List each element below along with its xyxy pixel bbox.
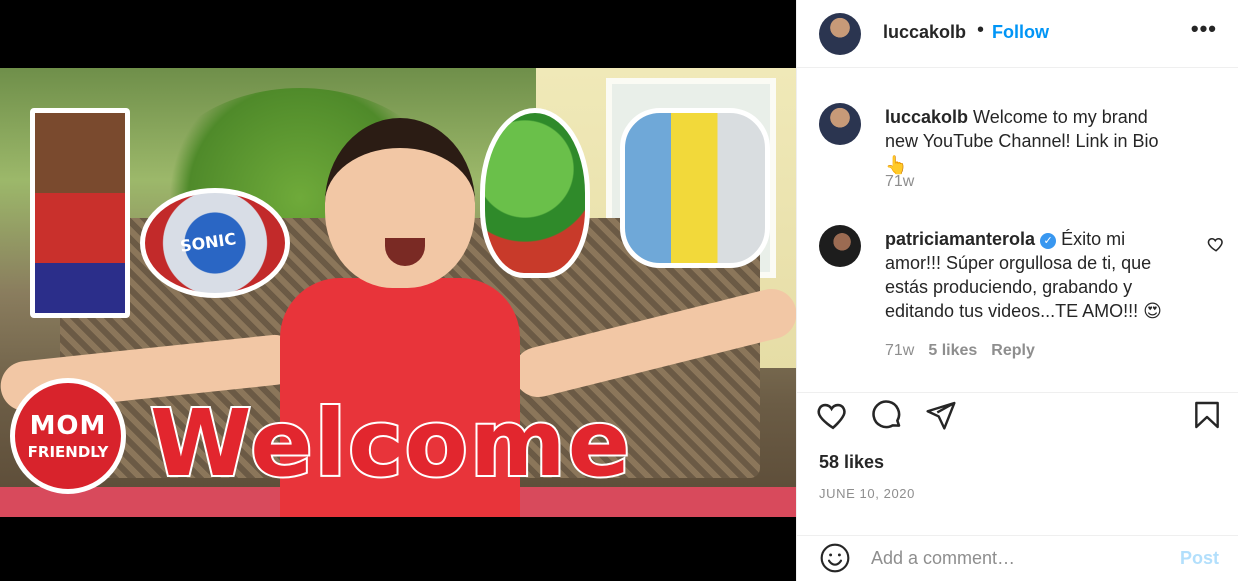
more-options-icon[interactable]: ••• [1191, 16, 1217, 42]
welcome-headline: Welcome [148, 388, 633, 499]
comment-bubble-icon[interactable] [869, 397, 905, 433]
post-comment-button[interactable]: Post [1180, 548, 1219, 569]
caption-text-block: luccakolb Welcome to my brand new YouTube… [885, 105, 1185, 177]
caption-username[interactable]: luccakolb [885, 107, 968, 127]
comment-time[interactable]: 71w [885, 342, 914, 359]
commenter-avatar[interactable] [819, 225, 861, 267]
follow-button[interactable]: Follow [992, 22, 1049, 43]
post-header: luccakolb • Follow ••• [797, 0, 1238, 68]
three-kids-sticker [620, 108, 770, 268]
minecraft-sticker [30, 108, 130, 318]
likes-count[interactable]: 58 likes [819, 452, 884, 473]
comment-username[interactable]: patriciamanterola [885, 229, 1035, 249]
author-username[interactable]: luccakolb [883, 22, 966, 43]
post-sidebar: luccakolb • Follow ••• luccakolb Welcome … [796, 0, 1238, 581]
save-bookmark-icon[interactable] [1189, 397, 1225, 433]
caption-time[interactable]: 71w [885, 173, 914, 190]
comment-like-heart-icon[interactable] [1207, 235, 1225, 253]
yoshi-sticker [480, 108, 590, 278]
badge-line2: FRIENDLY [27, 443, 109, 461]
comment-meta: 71w 5 likes Reply [885, 342, 1035, 360]
post-media: SONIC MOM FRIENDLY Welcome [0, 0, 796, 581]
add-comment-input[interactable] [871, 543, 1161, 573]
comments-list[interactable]: luccakolb Welcome to my brand new YouTube… [797, 69, 1238, 391]
post-date[interactable]: JUNE 10, 2020 [819, 486, 915, 501]
comment-text-block: patriciamanterola ✓ Éxito mi amor!!! Súper… [885, 227, 1185, 323]
add-comment-bar: Post [797, 535, 1238, 581]
comment-reply-button[interactable]: Reply [991, 342, 1035, 359]
comment-likes[interactable]: 5 likes [928, 342, 977, 359]
emoji-icon[interactable] [819, 542, 851, 574]
caption-avatar[interactable] [819, 103, 861, 145]
verified-badge-icon: ✓ [1040, 233, 1057, 249]
caption-meta: 71w [885, 173, 914, 191]
post-image[interactable]: SONIC MOM FRIENDLY Welcome [0, 68, 796, 517]
header-separator: • [977, 19, 985, 41]
like-heart-icon[interactable] [815, 397, 851, 433]
action-bar: 58 likes JUNE 10, 2020 [797, 392, 1238, 542]
share-send-icon[interactable] [923, 397, 959, 433]
mom-friendly-badge: MOM FRIENDLY [10, 378, 126, 494]
author-avatar[interactable] [819, 13, 861, 55]
badge-line1: MOM [29, 411, 107, 441]
